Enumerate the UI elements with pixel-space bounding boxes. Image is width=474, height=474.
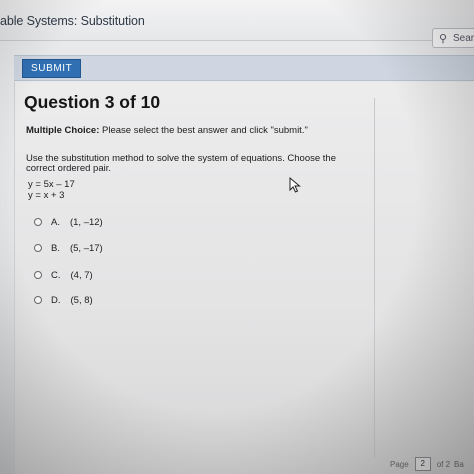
- radio-button[interactable]: [34, 271, 42, 279]
- radio-button[interactable]: [34, 218, 42, 226]
- option-letter: A.: [51, 216, 60, 228]
- option-value: (1, –12): [69, 216, 103, 228]
- mouse-pointer-icon: [289, 176, 301, 198]
- submit-button[interactable]: SUBMIT: [22, 59, 82, 78]
- question-type-label: Multiple Choice:: [26, 125, 100, 136]
- question-prompt: Use the substitution method to solve the…: [26, 153, 336, 174]
- option-letter: C.: [51, 269, 61, 281]
- page-number-input[interactable]: 2: [414, 457, 431, 471]
- panel-divider: [374, 98, 375, 458]
- search-input[interactable]: ⚲ Searc: [432, 28, 474, 48]
- option-letter: D.: [51, 294, 61, 306]
- option-value: (5, –17): [69, 242, 103, 254]
- option-a[interactable]: A. (1, –12): [34, 215, 103, 229]
- equation-2: y = x + 3: [28, 190, 65, 201]
- option-c[interactable]: C. (4, 7): [34, 268, 93, 282]
- pager-back-button[interactable]: Ba: [454, 460, 464, 469]
- equation-1: y = 5x – 17: [28, 179, 75, 190]
- search-label: Searc: [453, 33, 474, 44]
- search-icon: ⚲: [439, 33, 448, 45]
- question-title: Question 3 of 10: [24, 92, 161, 112]
- option-d[interactable]: D. (5, 8): [34, 293, 93, 307]
- option-b[interactable]: B. (5, –17): [34, 241, 103, 255]
- submit-bar: SUBMIT: [14, 55, 474, 81]
- radio-button[interactable]: [34, 296, 42, 304]
- radio-button[interactable]: [34, 244, 42, 252]
- option-letter: B.: [51, 242, 60, 254]
- pager-label: Page: [390, 459, 409, 469]
- question-type-line: Multiple Choice: Please select the best …: [26, 125, 308, 136]
- pager-of-label: of 2: [436, 459, 451, 469]
- top-bar: able Systems: Substitution: [0, 0, 474, 41]
- page-title: able Systems: Substitution: [0, 14, 145, 28]
- question-type-instructions: Please select the best answer and click …: [102, 125, 308, 136]
- screen: able Systems: Substitution ⚲ Searc SUBMI…: [0, 0, 474, 474]
- option-value: (4, 7): [70, 269, 93, 281]
- pager: Page 2 of 2 Ba: [390, 457, 464, 471]
- option-value: (5, 8): [70, 294, 93, 306]
